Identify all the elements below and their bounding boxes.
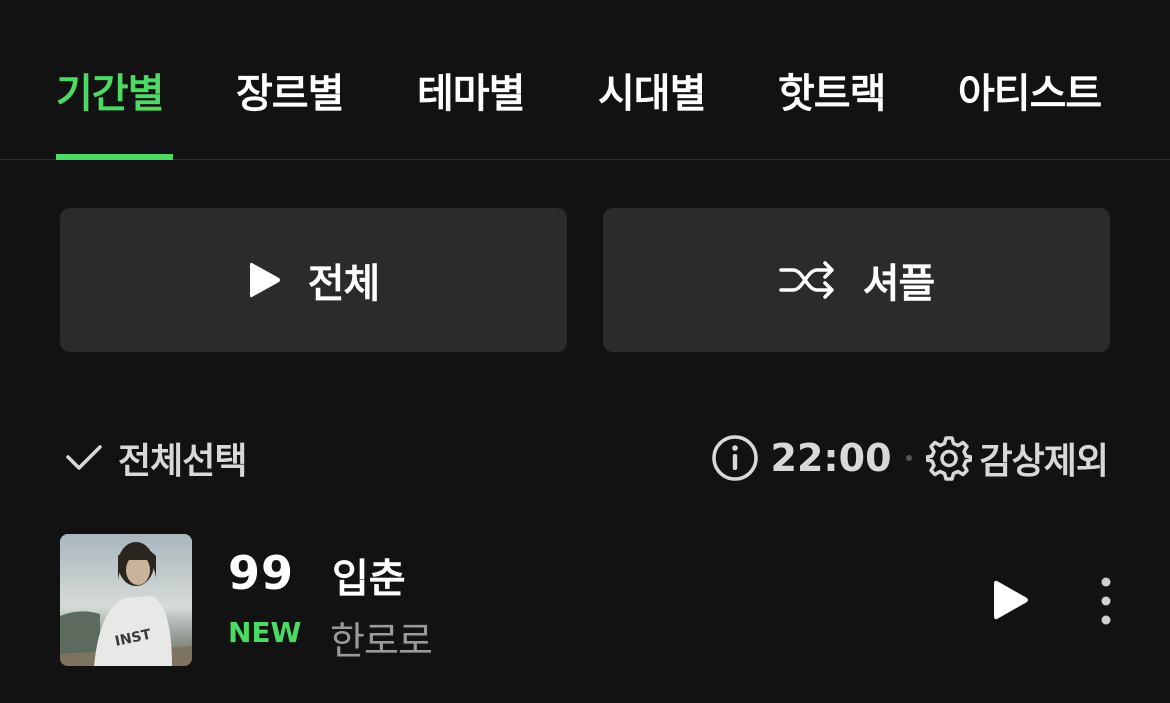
play-all-label: 전체 bbox=[307, 261, 381, 307]
track-title: 입춘 bbox=[332, 556, 406, 602]
shuffle-icon bbox=[778, 261, 834, 299]
tab-genre[interactable]: 장르별 bbox=[236, 66, 344, 122]
chart-update-time: 22:00 bbox=[770, 436, 892, 480]
chart-screen: 기간별 장르별 테마별 시대별 핫트랙 아티스트 전체 셔플 전체선택 22:0… bbox=[0, 0, 1170, 703]
category-tab-bar: 기간별 장르별 테마별 시대별 핫트랙 아티스트 bbox=[0, 0, 1170, 160]
tab-period[interactable]: 기간별 bbox=[56, 66, 164, 122]
track-row[interactable]: INST 99 NEW 입춘 한로로 bbox=[60, 534, 1120, 666]
tab-artist[interactable]: 아티스트 bbox=[958, 66, 1102, 122]
new-badge: NEW bbox=[228, 616, 302, 649]
track-more-button[interactable] bbox=[1096, 576, 1116, 630]
album-art: INST bbox=[60, 534, 192, 666]
track-rank: 99 bbox=[228, 546, 295, 600]
exclude-listening-button[interactable]: 감상제외 bbox=[980, 432, 1109, 484]
shuffle-label: 셔플 bbox=[862, 261, 936, 307]
active-tab-indicator bbox=[56, 154, 173, 160]
play-icon bbox=[249, 262, 280, 298]
gear-icon[interactable] bbox=[925, 435, 972, 481]
chart-info-group: 22:00 감상제외 bbox=[711, 428, 1109, 488]
info-icon[interactable] bbox=[711, 434, 759, 482]
tab-era[interactable]: 시대별 bbox=[598, 66, 706, 122]
shuffle-button[interactable]: 셔플 bbox=[603, 208, 1110, 352]
tab-theme[interactable]: 테마별 bbox=[417, 66, 525, 122]
checkmark-icon bbox=[66, 445, 102, 470]
select-all-label: 전체선택 bbox=[118, 441, 247, 482]
play-all-button[interactable]: 전체 bbox=[60, 208, 567, 352]
track-play-button[interactable] bbox=[992, 578, 1030, 626]
tab-hot-track[interactable]: 핫트랙 bbox=[778, 66, 886, 122]
album-art-image: INST bbox=[60, 534, 192, 666]
separator-dot bbox=[905, 455, 912, 461]
track-artist: 한로로 bbox=[330, 619, 433, 663]
select-all-toggle[interactable]: 전체선택 bbox=[64, 428, 247, 488]
more-vertical-icon bbox=[1101, 577, 1111, 625]
play-icon bbox=[994, 580, 1028, 620]
